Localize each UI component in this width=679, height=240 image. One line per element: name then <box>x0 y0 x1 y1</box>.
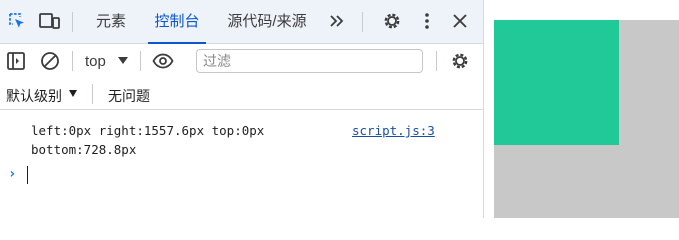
divider <box>362 12 363 32</box>
source-link[interactable]: script.js:3 <box>352 121 435 140</box>
more-tabs-icon[interactable] <box>326 10 348 32</box>
issues-counter[interactable]: 无问题 <box>108 86 150 106</box>
tab-console[interactable]: 控制台 <box>148 0 206 44</box>
filter-input[interactable] <box>196 49 423 73</box>
chevron-down-icon[interactable] <box>69 90 77 97</box>
console-settings-icon[interactable] <box>449 50 471 72</box>
tab-elements[interactable]: 元素 <box>93 0 129 43</box>
inspect-icon[interactable] <box>6 10 28 32</box>
chevron-down-icon[interactable] <box>118 57 128 64</box>
divider <box>92 84 93 104</box>
log-levels-dropdown[interactable]: 默认级别 <box>6 86 62 106</box>
console-toolbar: top <box>0 44 483 78</box>
console-input-caret[interactable] <box>27 166 28 184</box>
divider <box>436 51 437 71</box>
divider <box>140 51 141 71</box>
devtools-tabbar: 元素 控制台 源代码/来源 <box>0 0 483 44</box>
prompt-chevron-icon: › <box>8 166 17 182</box>
context-selector[interactable]: top <box>85 53 106 70</box>
console-message-text: left:0px right:1557.6px top:0px bottom:7… <box>31 123 265 157</box>
sidebar-toggle-icon[interactable] <box>5 50 27 72</box>
device-toolbar-icon[interactable] <box>38 10 60 32</box>
settings-icon[interactable] <box>381 10 403 32</box>
live-expression-eye-icon[interactable] <box>152 50 174 72</box>
divider <box>72 51 73 71</box>
screen: 元素 控制台 源代码/来源 top 过滤 默认级别 无问题 left:0px r… <box>0 0 679 218</box>
level-bar: 默认级别 无问题 <box>0 78 483 110</box>
green-box <box>494 20 619 145</box>
divider <box>72 12 73 32</box>
close-icon[interactable] <box>449 10 471 32</box>
tab-sources[interactable]: 源代码/来源 <box>224 0 310 43</box>
clear-console-icon[interactable] <box>39 50 61 72</box>
devtools-panel: 元素 控制台 源代码/来源 top 过滤 默认级别 无问题 left:0px r… <box>0 0 484 218</box>
page-viewport <box>484 0 679 218</box>
kebab-menu-icon[interactable] <box>416 10 438 32</box>
